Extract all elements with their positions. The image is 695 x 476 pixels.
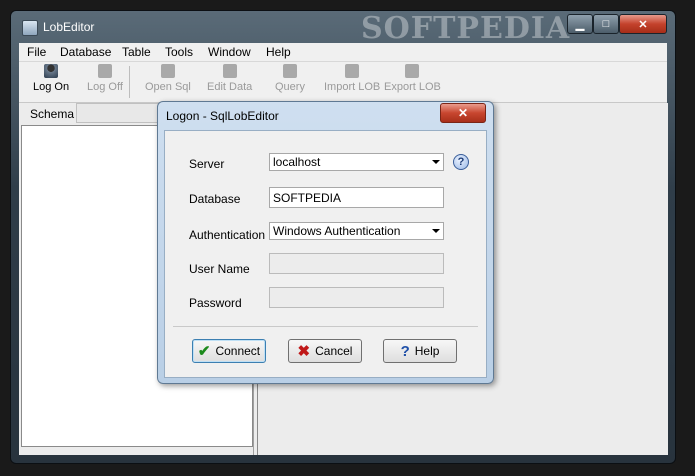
minimize-button[interactable]: ▁ [567, 14, 593, 34]
query-label: Query [275, 81, 305, 93]
database-input[interactable] [269, 187, 444, 208]
export-lob-label: Export LOB [384, 81, 441, 93]
help-label: Help [414, 344, 440, 358]
server-value: localhost [273, 155, 321, 169]
server-dropdown[interactable]: localhost [269, 153, 444, 171]
connect-button[interactable]: ✔ Connect [192, 339, 266, 363]
edit-data-button[interactable]: Edit Data [207, 64, 252, 93]
log-off-label: Log Off [87, 81, 123, 93]
help-button[interactable]: ? Help [383, 339, 457, 363]
folder-icon [160, 64, 175, 78]
authentication-value: Windows Authentication [273, 224, 401, 238]
toolbar-separator [129, 66, 130, 98]
close-icon: ✕ [457, 106, 469, 120]
watermark-text: SOFTPEDIA [361, 11, 571, 46]
menu-bar: File Database Table Tools Window Help [19, 43, 667, 62]
edit-data-label: Edit Data [207, 81, 253, 93]
log-off-button[interactable]: Log Off [87, 64, 123, 93]
query-button[interactable]: Query [275, 64, 305, 93]
log-off-icon [97, 64, 112, 78]
chevron-down-icon [432, 229, 440, 233]
menu-database[interactable]: Database [60, 45, 111, 59]
minimize-icon: ▁ [575, 18, 585, 31]
cancel-icon: ✖ [297, 343, 311, 360]
import-lob-label: Import LOB [324, 81, 381, 93]
authentication-dropdown[interactable]: Windows Authentication [269, 222, 444, 240]
question-icon: ? [400, 342, 410, 360]
menu-table[interactable]: Table [122, 45, 151, 59]
toolbar: Log On Log Off Open Sql Edit Data Query [19, 62, 667, 103]
logon-dialog: Logon - SqlLobEditor ✕ Server localhost … [157, 101, 494, 384]
app-icon [22, 20, 38, 36]
maximize-button[interactable]: □ [593, 14, 619, 34]
password-input[interactable] [269, 287, 444, 308]
database-label: Database [189, 192, 241, 206]
menu-file[interactable]: File [27, 45, 46, 59]
edit-icon [222, 64, 237, 78]
password-label: Password [189, 296, 242, 310]
close-icon: ✕ [638, 18, 648, 31]
menu-window[interactable]: Window [208, 45, 251, 59]
maximize-icon: □ [602, 18, 610, 30]
export-lob-button[interactable]: Export LOB [384, 64, 441, 93]
help-icon[interactable]: ? [453, 154, 469, 170]
cancel-label: Cancel [315, 344, 353, 358]
title-bar[interactable]: LobEditor SOFTPEDIA ▁ □ ✕ [11, 11, 675, 46]
username-label: User Name [189, 262, 250, 276]
dialog-title: Logon - SqlLobEditor [166, 109, 279, 123]
connect-label: Connect [215, 344, 261, 358]
log-on-label: Log On [33, 81, 70, 93]
schema-label: Schema [30, 107, 75, 121]
check-icon: ✔ [197, 343, 211, 360]
server-label: Server [189, 157, 225, 171]
menu-help[interactable]: Help [266, 45, 291, 59]
chevron-down-icon [432, 160, 440, 164]
authentication-label: Authentication [189, 228, 266, 242]
dialog-divider [173, 326, 478, 327]
dialog-close-button[interactable]: ✕ [440, 103, 486, 123]
close-button[interactable]: ✕ [619, 14, 667, 34]
user-icon [44, 64, 59, 78]
export-icon [405, 64, 420, 78]
username-input[interactable] [269, 253, 444, 274]
query-icon [282, 64, 297, 78]
open-sql-label: Open Sql [145, 81, 191, 93]
open-sql-button[interactable]: Open Sql [145, 64, 191, 93]
log-on-button[interactable]: Log On [33, 64, 69, 93]
import-lob-button[interactable]: Import LOB [324, 64, 380, 93]
import-icon [345, 64, 360, 78]
dialog-body: Server localhost ? Database Authenticati… [164, 130, 487, 378]
window-title: LobEditor [43, 20, 95, 34]
menu-tools[interactable]: Tools [165, 45, 193, 59]
cancel-button[interactable]: ✖ Cancel [288, 339, 362, 363]
